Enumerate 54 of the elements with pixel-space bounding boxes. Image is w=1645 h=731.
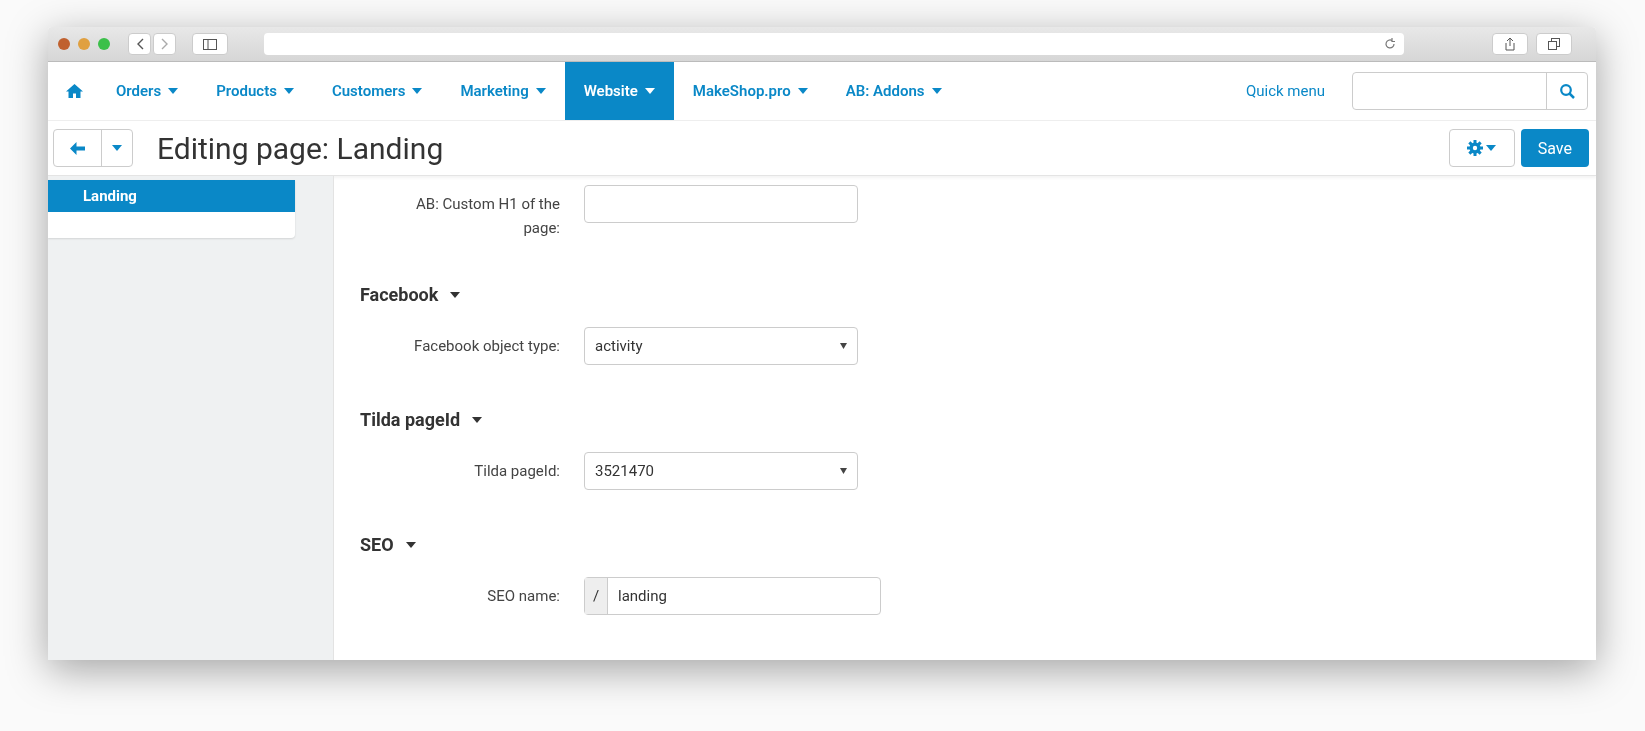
tabs-button[interactable]: [1536, 33, 1572, 55]
minimize-window-icon[interactable]: [78, 38, 90, 50]
nav-menu-item[interactable]: MakeShop.pro: [673, 62, 827, 120]
share-button[interactable]: [1492, 33, 1528, 55]
nav-menu-item[interactable]: Marketing: [441, 62, 565, 120]
caret-icon: [412, 88, 423, 94]
nav-menu-item[interactable]: AB: Addons: [826, 62, 961, 120]
caret-icon: [1486, 145, 1497, 151]
save-button[interactable]: Save: [1520, 129, 1589, 167]
text-input[interactable]: [584, 185, 858, 223]
page-title: Editing page: Landing: [157, 130, 444, 166]
share-icon: [1504, 37, 1516, 51]
quick-menu-link[interactable]: Quick menu: [1245, 82, 1325, 100]
caret-icon: [535, 88, 546, 94]
field-label: Tilda pageId:: [473, 461, 560, 482]
section-heading[interactable]: Facebook: [360, 284, 1596, 305]
caret-icon: [283, 88, 294, 94]
caret-icon: [644, 88, 655, 94]
caret-icon: [931, 88, 942, 94]
chevron-right-icon: [160, 38, 169, 50]
sidebar-icon: [203, 38, 217, 50]
field-label: SEO name:: [486, 586, 560, 607]
select-dropdown[interactable]: activity: [584, 327, 858, 365]
close-window-icon[interactable]: [58, 38, 70, 50]
gear-icon: [1467, 140, 1484, 156]
caret-icon: [405, 541, 416, 548]
back-button[interactable]: [128, 33, 151, 55]
chevron-left-icon: [135, 38, 144, 50]
field-label: AB: Custom H1 of the page:: [415, 194, 560, 239]
caret-icon: [168, 88, 179, 94]
caret-icon: [112, 145, 122, 151]
section-heading[interactable]: SEO: [360, 534, 1596, 555]
reload-icon[interactable]: [1384, 38, 1396, 50]
nav-menu-item[interactable]: Website: [564, 62, 674, 120]
caret-icon: [472, 416, 483, 423]
sidebar-item[interactable]: Landing: [48, 180, 295, 212]
nav-menu-item[interactable]: Products: [197, 62, 313, 120]
settings-button[interactable]: [1448, 129, 1515, 167]
search-field[interactable]: [1352, 72, 1588, 110]
zoom-window-icon[interactable]: [98, 38, 110, 50]
prefix-addon: /: [585, 578, 608, 614]
section-heading[interactable]: Tilda pageId: [360, 409, 1596, 430]
nav-menu-item[interactable]: Orders: [97, 62, 198, 120]
arrow-left-icon: [70, 141, 85, 155]
caret-icon: [840, 343, 847, 349]
sidebar-button[interactable]: [192, 33, 228, 55]
caret-icon: [840, 468, 847, 474]
tabs-icon: [1548, 38, 1560, 50]
caret-icon: [797, 88, 808, 94]
nav-menu-item[interactable]: Customers: [312, 62, 442, 120]
caret-icon: [450, 291, 461, 298]
field-label: Facebook object type:: [413, 336, 560, 357]
select-dropdown[interactable]: 3521470: [584, 452, 858, 490]
seo-name-input[interactable]: / landing: [584, 577, 881, 615]
